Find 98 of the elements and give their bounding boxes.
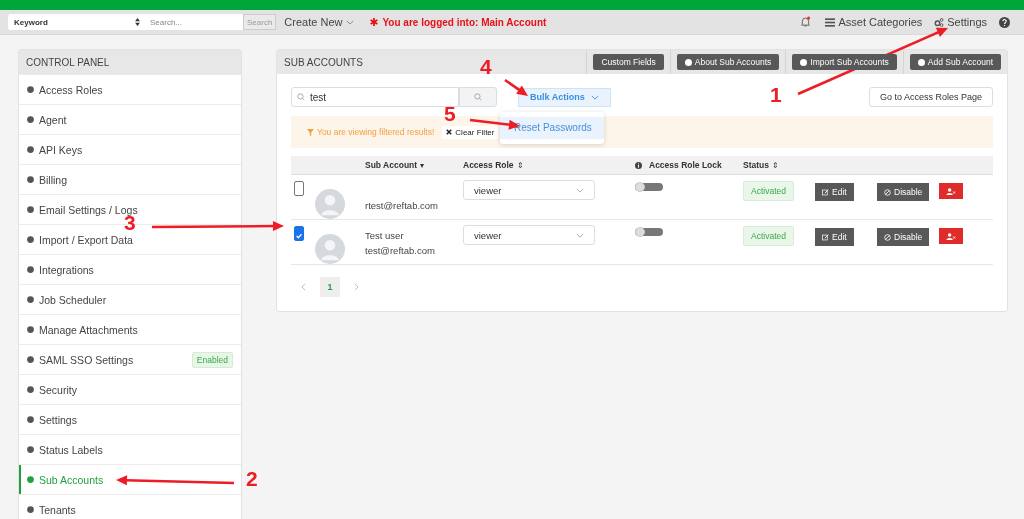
status-badge: Enabled — [191, 351, 233, 368]
edit-icon — [822, 233, 829, 241]
column-label: Access Role — [463, 160, 514, 170]
menu-item-icon — [26, 205, 35, 214]
updown-icon — [135, 18, 140, 26]
step-number: 4 — [480, 56, 492, 77]
search-icon — [474, 93, 482, 101]
settings-link[interactable]: Settings — [934, 16, 987, 28]
row-checkbox[interactable] — [294, 181, 304, 196]
chevron-icon — [590, 94, 599, 100]
column-label: Sub Account — [365, 160, 418, 170]
ban-icon — [884, 233, 891, 241]
list-icon — [825, 17, 836, 27]
role-select[interactable]: viewer — [463, 180, 595, 200]
menu-item-icon — [26, 175, 35, 184]
sidebar-item[interactable]: API Keys — [19, 134, 241, 164]
remove-user-button[interactable] — [939, 228, 963, 244]
menu-item-icon — [26, 295, 35, 304]
sidebar-item[interactable]: Job Scheduler — [19, 284, 241, 314]
search-field[interactable]: test — [291, 87, 459, 107]
avatar-icon — [315, 234, 345, 264]
menu-item-icon — [26, 85, 35, 94]
filter-icon — [307, 128, 314, 136]
bell-icon[interactable] — [800, 16, 812, 28]
sort-indicator: ▾ — [420, 160, 425, 170]
avatar-icon — [315, 189, 345, 219]
annotation-arrow — [504, 78, 528, 96]
user-name: Test user — [365, 230, 405, 241]
sort-indicator: ⇕ — [516, 160, 524, 170]
column-label: Access Role Lock — [649, 160, 722, 170]
status-badge: Activated — [743, 226, 794, 246]
settings-icon — [934, 17, 945, 27]
filter-notice: You are viewing filtered results! — [317, 127, 435, 137]
menu-item-icon — [26, 145, 35, 154]
circle-icon — [800, 58, 808, 66]
chevron-icon — [576, 232, 584, 238]
header-button[interactable]: Custom Fields — [593, 54, 664, 70]
search-icon — [297, 93, 305, 101]
edit-button[interactable]: Edit — [815, 228, 854, 246]
remove-user-button[interactable] — [939, 183, 963, 199]
ban-icon — [884, 188, 891, 196]
menu-item-icon — [26, 235, 35, 244]
menu-item-icon — [26, 355, 35, 364]
edit-button[interactable]: Edit — [815, 183, 854, 201]
disable-button[interactable]: Disable — [877, 228, 930, 246]
chevron-icon — [576, 187, 584, 193]
sidebar-item[interactable]: Status Labels — [19, 434, 241, 464]
asterisk-icon — [370, 18, 379, 26]
lock-toggle[interactable] — [635, 228, 663, 236]
checkmark-icon — [295, 232, 303, 240]
header-button[interactable]: Add Sub Account — [909, 54, 1001, 70]
menu-item-icon — [26, 505, 35, 514]
close-icon — [446, 129, 453, 135]
user-email: rtest@reftab.com — [365, 200, 439, 211]
row-checkbox[interactable] — [294, 226, 304, 241]
access-roles-button[interactable]: Go to Access Roles Page — [868, 87, 993, 107]
user-remove-icon — [946, 232, 956, 240]
keyword-select[interactable]: Keyword — [8, 14, 146, 30]
sidebar-item[interactable]: Access Roles — [19, 74, 241, 104]
sidebar-item[interactable]: Manage Attachments — [19, 314, 241, 344]
header-button[interactable]: About Sub Accounts — [676, 54, 780, 70]
create-new-menu[interactable]: Create New — [284, 16, 355, 28]
disable-button[interactable]: Disable — [877, 183, 930, 201]
menu-item-icon — [26, 415, 35, 424]
menu-item-icon — [26, 265, 35, 274]
status-badge: Activated — [743, 181, 794, 201]
sidebar-item[interactable]: Integrations — [19, 254, 241, 284]
login-notice: You are logged into: Main Account — [382, 16, 547, 28]
menu-item-icon — [26, 475, 35, 484]
edit-icon — [822, 188, 829, 196]
menu-item-icon — [26, 115, 35, 124]
clear-filter-button[interactable]: Clear Filter — [442, 125, 499, 139]
panel-title: CONTROL PANEL — [19, 50, 241, 74]
sort-indicator: ⇕ — [772, 160, 779, 170]
column-label: Status — [743, 160, 769, 170]
step-number: 2 — [246, 468, 258, 489]
user-remove-icon — [946, 187, 956, 195]
user-email: test@reftab.com — [365, 245, 436, 256]
sidebar-item[interactable]: Billing — [19, 164, 241, 194]
header-button[interactable]: Import Sub Accounts — [792, 54, 897, 70]
search-field[interactable]: Search... — [146, 14, 243, 30]
sidebar-item[interactable]: Agent — [19, 104, 241, 134]
sidebar-item[interactable]: SAML SSO Settings Enabled — [19, 344, 241, 374]
panel-title: SUB ACCOUNTS — [283, 56, 363, 68]
asset-categories-link[interactable]: Asset Categories — [825, 16, 923, 28]
lock-toggle[interactable] — [635, 183, 663, 191]
step-number: 1 — [770, 84, 782, 105]
sidebar-item[interactable]: Tenants — [19, 494, 241, 519]
circle-icon — [684, 58, 692, 66]
help-icon[interactable] — [999, 16, 1010, 28]
chevron-icon — [346, 19, 355, 25]
sidebar-item[interactable]: Security — [19, 374, 241, 404]
circle-icon — [917, 58, 925, 66]
sidebar-item[interactable]: Settings — [19, 404, 241, 434]
menu-item-icon — [26, 325, 35, 334]
role-select[interactable]: viewer — [463, 225, 595, 245]
menu-item-icon — [26, 445, 35, 454]
menu-item-icon — [26, 385, 35, 394]
